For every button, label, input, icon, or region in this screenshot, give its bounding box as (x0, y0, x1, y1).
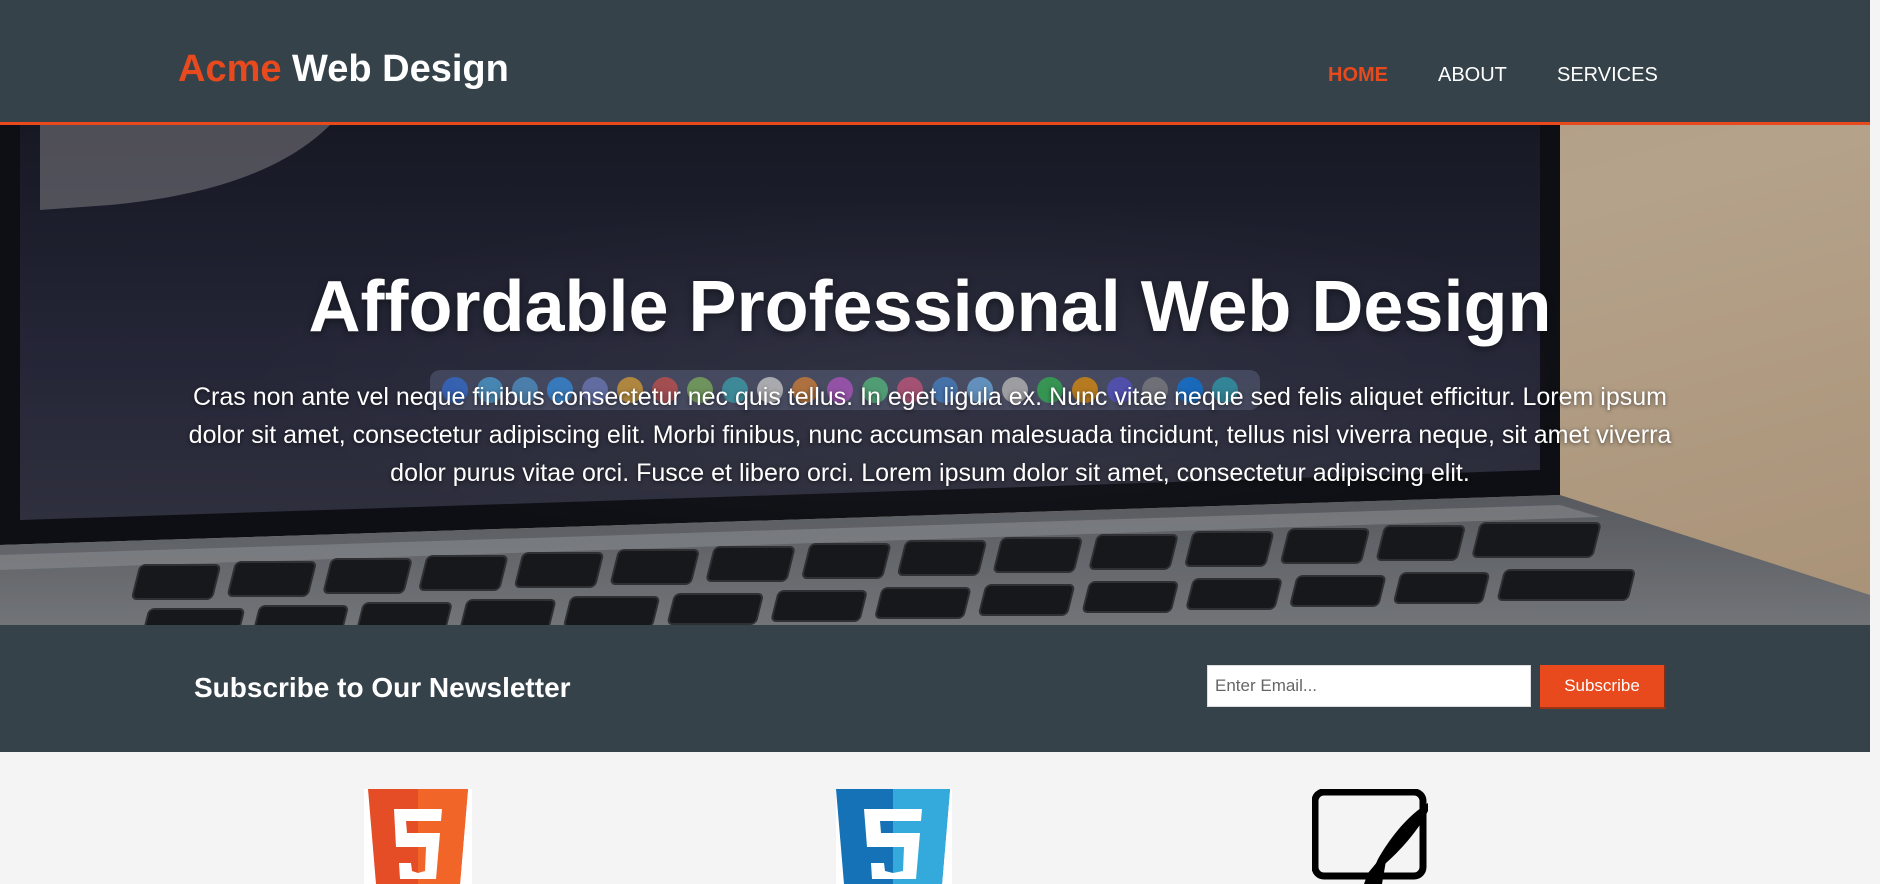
site-header: Acme Web Design HOME ABOUT SERVICES (0, 0, 1870, 125)
showcase-text: Cras non ante vel neque finibus consecte… (188, 383, 1672, 487)
showcase-hero: Affordable Professional Web Design Cras … (0, 125, 1870, 625)
showcase-title: Affordable Professional Web Design (308, 267, 1552, 347)
css3-logo-icon (836, 789, 952, 884)
features-boxes (0, 752, 1870, 884)
subscribe-button[interactable]: Subscribe (1540, 665, 1666, 709)
html5-logo-icon (364, 789, 472, 884)
nav-home-link[interactable]: HOME (1328, 62, 1388, 88)
newsletter-section: Subscribe to Our Newsletter Subscribe (0, 625, 1870, 752)
nav-services-link[interactable]: SERVICES (1557, 62, 1658, 88)
main-nav: HOME ABOUT SERVICES (0, 62, 1870, 92)
email-input[interactable] (1207, 665, 1531, 707)
newsletter-heading: Subscribe to Our Newsletter (194, 672, 571, 703)
laptop-keyboard-background-image (0, 125, 1870, 625)
monitor-design-icon (1312, 789, 1428, 884)
nav-about-link[interactable]: ABOUT (1438, 62, 1507, 88)
